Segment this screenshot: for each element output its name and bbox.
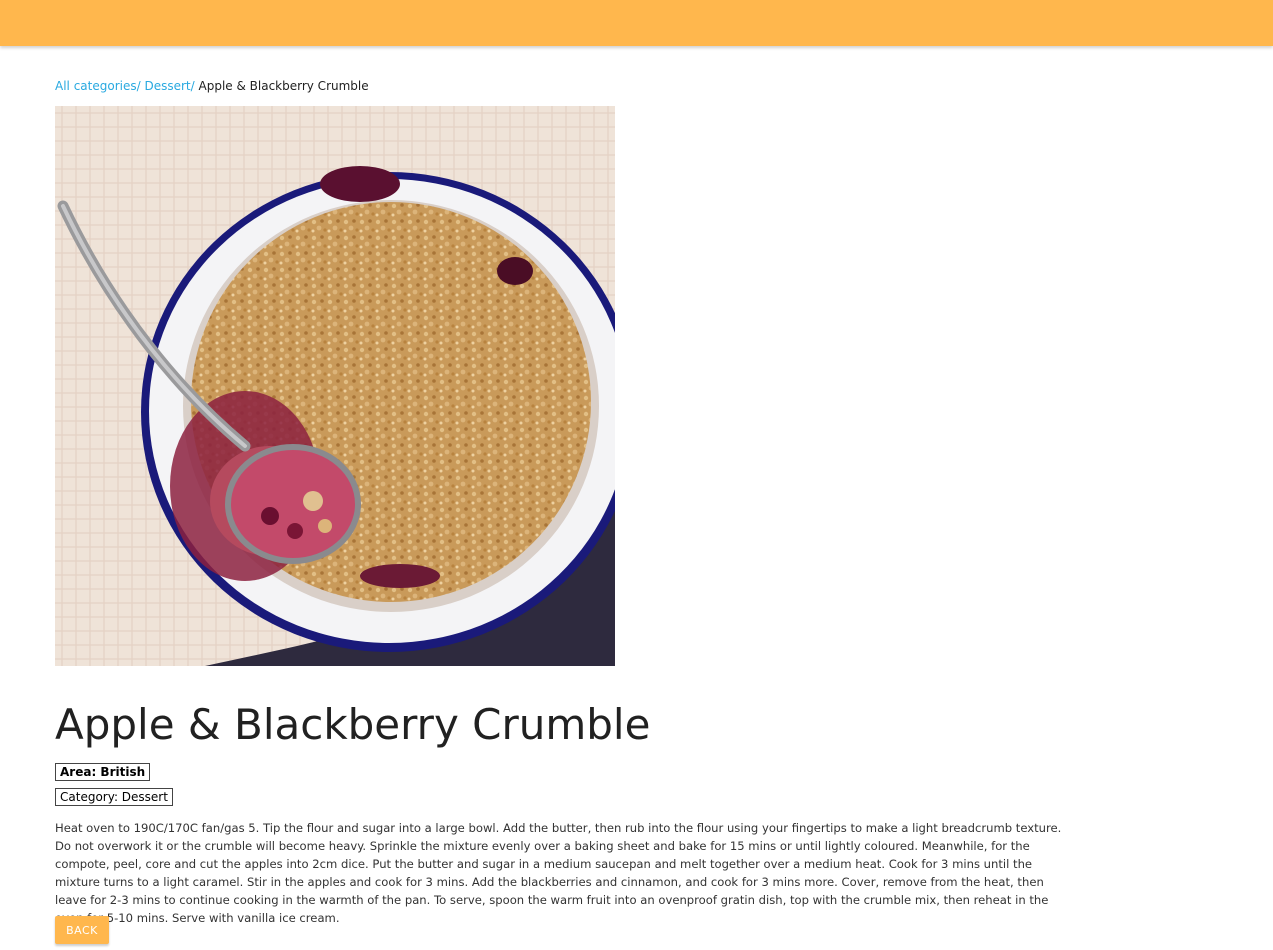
app-header-bar (0, 0, 1273, 46)
back-button[interactable]: BACK (55, 916, 109, 944)
breadcrumb-category-link[interactable]: Dessert/ (144, 79, 194, 93)
breadcrumb-all-categories-link[interactable]: All categories/ (55, 79, 141, 93)
recipe-detail: All categories/ Dessert/ Apple & Blackbe… (55, 78, 1075, 944)
area-chip: Area: British (55, 763, 151, 781)
recipe-photo (55, 106, 615, 666)
breadcrumb-current: Apple & Blackberry Crumble (198, 79, 369, 93)
category-chip: Category: Dessert (55, 788, 173, 806)
recipe-instructions: Heat oven to 190C/170C fan/gas 5. Tip th… (55, 821, 1062, 925)
recipe-title: Apple & Blackberry Crumble (55, 700, 651, 749)
breadcrumb: All categories/ Dessert/ Apple & Blackbe… (55, 78, 1075, 94)
